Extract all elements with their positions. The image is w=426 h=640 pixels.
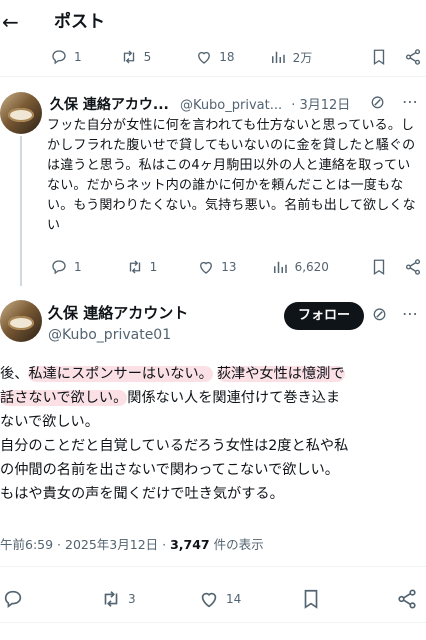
avatar[interactable] <box>0 92 42 134</box>
repost-button[interactable]: 3 <box>100 588 136 610</box>
avatar[interactable] <box>0 300 42 342</box>
views-count: 6,620 <box>294 260 329 274</box>
reply-button[interactable]: 1 <box>50 48 82 66</box>
views-button[interactable]: 6,620 <box>271 258 329 276</box>
highlighted-text: 荻津や女性は憶測で <box>216 366 345 382</box>
main-author-block: 久保 連絡アカウント @Kubo_private01 <box>48 302 188 343</box>
repost-icon <box>100 588 122 610</box>
repost-button[interactable]: 1 <box>126 258 158 276</box>
share-icon[interactable] <box>404 258 422 276</box>
like-button[interactable]: 14 <box>198 588 241 610</box>
text-segment: 関係ない人を関連付けて巻き込ま <box>127 390 341 406</box>
divider <box>0 622 426 623</box>
reply-icon[interactable] <box>2 588 24 610</box>
repost-icon <box>120 48 138 66</box>
like-count: 13 <box>221 260 237 274</box>
share-icon[interactable] <box>404 48 422 66</box>
text-line: 後、私達にスポンサーはいない。 荻津や女性は憶測で <box>0 362 426 386</box>
views-chart-icon <box>269 48 287 66</box>
bookmark-icon[interactable] <box>370 48 388 66</box>
heart-icon <box>197 258 215 276</box>
header-bar: ← ポスト <box>0 0 426 46</box>
repost-button[interactable]: 5 <box>120 48 152 66</box>
author-handle[interactable]: @Kubo_privat... <box>180 98 282 113</box>
text-segment: 後、 <box>0 366 29 382</box>
text-line: 話さないで欲しい。関係ない人を関連付けて巻き込ま <box>0 386 426 410</box>
view-count: 3,747 <box>170 537 210 552</box>
text-line: もはや貴女の声を聞くだけで吐き気がする。 <box>0 486 284 502</box>
repost-count: 1 <box>149 260 158 274</box>
reply-button[interactable]: 1 <box>50 258 82 276</box>
reply-action-bar: 1 1 13 6,620 <box>50 258 422 276</box>
page-title: ポスト <box>54 12 105 32</box>
grok-icon[interactable]: ⊘ <box>372 304 387 325</box>
back-arrow-icon[interactable]: ← <box>2 10 19 34</box>
share-icon[interactable] <box>396 588 418 610</box>
text-line: 自分のことだと自覚しているだろう女性は2度と私や私 <box>0 438 349 454</box>
repost-count: 3 <box>128 592 136 606</box>
more-options-icon[interactable]: ⋯ <box>402 304 418 323</box>
like-button[interactable]: 13 <box>197 258 237 276</box>
repost-count: 5 <box>143 50 152 64</box>
post-timestamp[interactable]: 午前6:59 · 2025年3月12日 · <box>0 537 170 552</box>
repost-icon <box>126 258 144 276</box>
post-meta: 午前6:59 · 2025年3月12日 · 3,747 件の表示 <box>0 534 264 553</box>
highlighted-text: 話さないで欲しい。 <box>0 390 128 406</box>
author-handle[interactable]: @Kubo_private01 <box>48 327 188 343</box>
view-count-label: 件の表示 <box>209 537 264 552</box>
views-button[interactable]: 2万 <box>269 48 313 66</box>
text-line: の仲間の名前を出さないで関わってこないで欲しい。 <box>0 462 339 478</box>
divider <box>0 566 426 567</box>
main-tweet-text: 後、私達にスポンサーはいない。 荻津や女性は憶測で 話さないで欲しい。関係ない人を… <box>0 362 426 506</box>
like-count: 18 <box>219 50 235 64</box>
reply-text: フッた自分が女性に何を言われても仕方ないと思っている。しかしフラれた腹いせで貸し… <box>47 118 416 233</box>
reply-count: 1 <box>74 50 82 64</box>
heart-icon <box>195 48 213 66</box>
grok-icon[interactable]: ⊘ <box>370 92 385 113</box>
follow-button[interactable]: フォロー <box>284 302 364 330</box>
highlighted-text: 私達にスポンサーはいない。 <box>28 366 213 382</box>
post-date[interactable]: · 3月12日 <box>291 98 350 113</box>
like-count: 14 <box>226 592 242 606</box>
views-count: 2万 <box>292 50 313 65</box>
like-button[interactable]: 18 <box>195 48 235 66</box>
author-name[interactable]: 久保 連絡アカウント <box>48 302 188 323</box>
reply-author-row: 久保 連絡アカウ... @Kubo_privat... · 3月12日 <box>50 94 370 114</box>
reply-count: 1 <box>74 260 82 274</box>
thread-line <box>20 136 22 286</box>
bookmark-icon[interactable] <box>300 588 322 610</box>
bookmark-icon[interactable] <box>370 258 388 276</box>
heart-icon <box>198 588 220 610</box>
divider <box>0 76 426 77</box>
reply-icon <box>50 48 68 66</box>
reply-icon <box>50 258 68 276</box>
more-options-icon[interactable]: ⋯ <box>402 92 418 111</box>
text-line: ないで欲しい。 <box>0 414 99 430</box>
top-action-bar: 1 5 18 2万 <box>50 48 422 66</box>
views-chart-icon <box>271 258 289 276</box>
author-name[interactable]: 久保 連絡アカウ... <box>50 97 169 113</box>
